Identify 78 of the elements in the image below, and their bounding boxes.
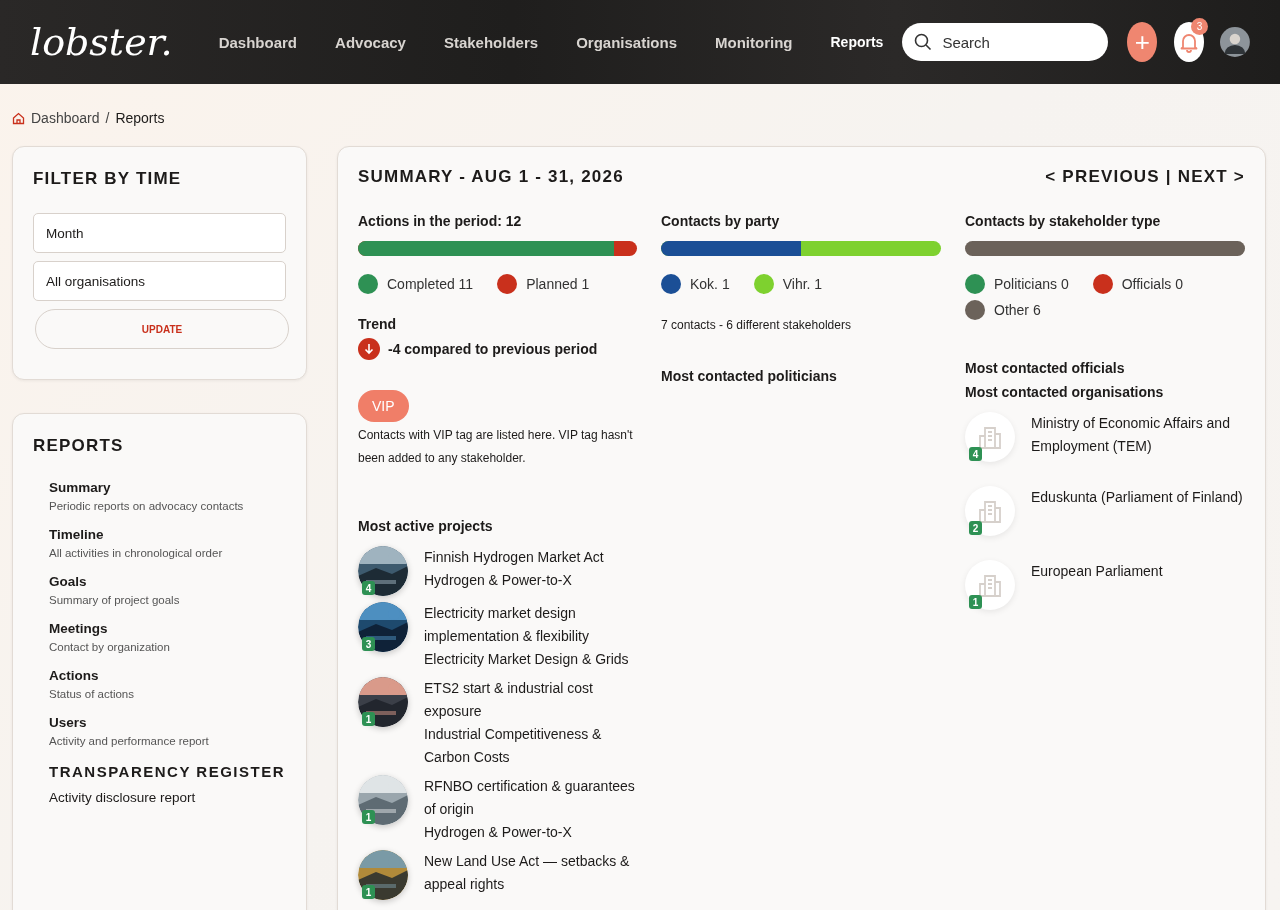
notification-badge: 3 [1191, 18, 1209, 35]
count-badge: 4 [362, 581, 375, 595]
breadcrumb-separator: / [105, 110, 110, 126]
legend-label: Officials 0 [1121, 276, 1183, 292]
report-link[interactable]: Timeline [49, 527, 286, 542]
building-icon [977, 424, 1003, 450]
building-icon [977, 572, 1003, 598]
card-title: FILTER BY TIME [33, 169, 183, 189]
logo[interactable]: lobster. [30, 20, 173, 64]
organisation-name[interactable]: European Parliament [1031, 560, 1163, 614]
nav-link[interactable]: Advocacy [316, 30, 425, 54]
count-badge: 1 [362, 712, 375, 726]
section-heading: Actions in the period: 12 [358, 213, 523, 229]
nav-link[interactable]: Organisations [557, 30, 696, 54]
card-title: REPORTS [33, 436, 125, 456]
legend-label: Politicians 0 [994, 276, 1069, 292]
report-link[interactable]: Activity disclosure report [33, 790, 196, 805]
count-badge: 1 [969, 595, 982, 609]
legend-label: Completed 11 [387, 276, 474, 292]
legend-label: Vihr. 1 [782, 276, 823, 292]
search-field[interactable]: Search [902, 23, 1109, 61]
organisation-name[interactable]: Eduskunta (Parliament of Finland) [1031, 486, 1243, 540]
report-link[interactable]: Summary [49, 480, 286, 495]
report-link[interactable]: Actions [49, 668, 286, 683]
legend-label: Other 6 [994, 302, 1041, 318]
project-title[interactable]: RFNBO certification & guarantees of origin [424, 775, 637, 821]
nav-link[interactable]: Monitoring [696, 30, 812, 54]
report-description: All activities in chronological order [49, 547, 224, 559]
count-badge: 2 [969, 521, 982, 535]
report-link[interactable]: Goals [49, 574, 286, 589]
report-description: Contact by organization [49, 641, 171, 653]
report-link[interactable]: Meetings [49, 621, 286, 636]
report-description: Summary of project goals [49, 594, 181, 606]
breadcrumb-current: Reports [115, 110, 165, 126]
count-badge: 1 [362, 885, 375, 899]
legend-label: Planned 1 [526, 276, 590, 292]
project-category: Hydrogen & Power-to-X [424, 823, 573, 842]
section-title: TRANSPARENCY REGISTER [48, 763, 286, 780]
section-heading: Most contacted politicians [661, 368, 838, 384]
previous-link[interactable]: < PREVIOUS [1045, 167, 1160, 187]
report-description: Status of actions [49, 688, 136, 700]
project-title[interactable]: Electricity market design implementation & flexibility [424, 602, 637, 648]
project-category: Industrial Competitiveness & Carbon Costs [424, 725, 603, 767]
section-heading: Most contacted organisations [965, 384, 1165, 400]
search-icon [914, 33, 933, 51]
nav-link[interactable]: Reports [811, 30, 903, 54]
report-description: Periodic reports on advocacy contacts [49, 500, 245, 512]
next-link[interactable]: NEXT > [1177, 167, 1245, 187]
section-heading: Contacts by stakeholder type [965, 213, 1162, 229]
report-link[interactable]: Users [49, 715, 286, 730]
select-field[interactable]: All organisations [33, 261, 286, 301]
project-category: Electricity Market Design & Grids [424, 650, 630, 669]
project-title[interactable]: New Land Use Act — setbacks & appeal rights [424, 850, 637, 896]
home-icon [12, 111, 25, 125]
update-button[interactable]: UPDATE [35, 309, 289, 349]
nav-link[interactable]: Stakeholders [424, 30, 558, 54]
count-badge: 4 [969, 447, 982, 461]
building-icon [977, 498, 1003, 524]
card-title: SUMMARY - AUG 1 - 31, 2026 [358, 167, 624, 187]
nav-link[interactable]: Dashboard [199, 30, 317, 54]
count-badge: 1 [362, 810, 375, 824]
section-heading: Most contacted officials [965, 360, 1126, 376]
breadcrumb-link[interactable]: Dashboard [31, 110, 100, 126]
project-category: Hydrogen & Power-to-X [424, 571, 573, 590]
project-title[interactable]: ETS2 start & industrial cost exposure [424, 677, 637, 723]
trend-text: -4 compared to previous period [388, 341, 598, 357]
report-description: Activity and performance report [49, 735, 210, 747]
project-title[interactable]: Finnish Hydrogen Market Act [424, 546, 604, 569]
vip-description: Contacts with VIP tag are listed here. VIP tag hasn't been added to any stakeholder. [358, 427, 634, 467]
legend-label: Kok. 1 [690, 276, 730, 292]
section-heading: Trend [358, 316, 398, 332]
organisation-name[interactable]: Ministry of Economic Affairs and Employment (TEM) [1031, 412, 1245, 466]
contacts-summary: 7 contacts - 6 different stakeholders [661, 318, 852, 332]
section-heading: Contacts by party [661, 213, 781, 229]
count-badge: 3 [362, 637, 375, 651]
select-field[interactable]: Month [33, 213, 286, 253]
section-heading: Most active projects [358, 518, 494, 534]
link-separator: | [1165, 167, 1172, 187]
